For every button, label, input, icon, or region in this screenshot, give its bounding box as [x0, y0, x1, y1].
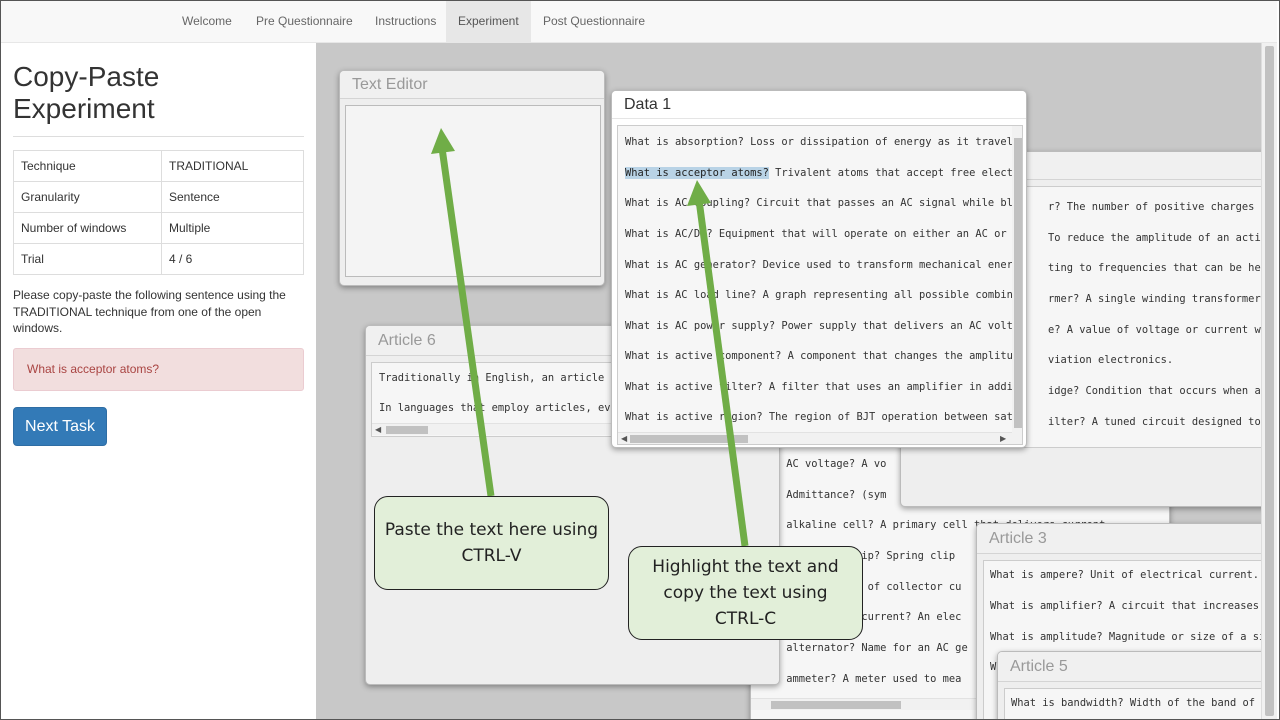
- article-line[interactable]: In languages that employ articles, every: [379, 402, 629, 414]
- trial-info-table: Technique TRADITIONAL Granularity Senten…: [13, 150, 304, 275]
- article-5-window[interactable]: Article 5 What is bandwidth? Width of th…: [997, 651, 1261, 719]
- article-line[interactable]: Traditionally in English, an article is: [379, 372, 623, 384]
- tab-welcome[interactable]: Welcome: [170, 1, 244, 42]
- highlighted-selection[interactable]: What is acceptor atoms?: [625, 167, 769, 179]
- data-line[interactable]: What is AC power supply? Power supply th…: [625, 320, 1022, 332]
- title-divider: [13, 136, 304, 137]
- data-line-rest[interactable]: Trivalent atoms that accept free electro…: [769, 167, 1022, 179]
- info-value: TRADITIONAL: [161, 150, 304, 182]
- table-row: Technique TRADITIONAL: [13, 150, 304, 182]
- data-line[interactable]: To reduce the amplitude of an action or: [1048, 232, 1261, 244]
- sidebar: Copy-Paste Experiment Technique TRADITIO…: [1, 43, 316, 719]
- data-line-highlighted[interactable]: What is acceptor atoms? Trivalent atoms …: [625, 167, 1022, 179]
- info-key: Granularity: [13, 181, 162, 213]
- data-line[interactable]: What is active filter? A filter that use…: [625, 381, 1022, 393]
- tab-post-questionnaire[interactable]: Post Questionnaire: [531, 1, 657, 42]
- data-line[interactable]: t is alternator? Name for an AC ge: [755, 642, 968, 654]
- scroll-left-icon[interactable]: ◀: [375, 424, 381, 436]
- info-value: 4 / 6: [161, 243, 304, 275]
- article-5-title[interactable]: Article 5: [998, 652, 1261, 682]
- info-value: Sentence: [161, 181, 304, 213]
- paste-callout: Paste the text here using CTRL-V: [374, 496, 609, 590]
- article-line[interactable]: What is ampere? Unit of electrical curre…: [990, 569, 1261, 581]
- tab-instructions[interactable]: Instructions: [363, 1, 448, 42]
- text-editor-input[interactable]: [345, 105, 601, 277]
- data-line[interactable]: What is active component? A component th…: [625, 350, 1022, 362]
- data-line[interactable]: What is AC coupling? Circuit that passes…: [625, 197, 1022, 209]
- info-key: Trial: [13, 243, 162, 275]
- text-editor-window[interactable]: Text Editor: [339, 70, 605, 286]
- page-title: Copy-Paste Experiment: [13, 61, 160, 124]
- scroll-right-icon[interactable]: ▶: [1000, 433, 1006, 444]
- data-line[interactable]: What is active region? The region of BJT…: [625, 411, 1022, 423]
- data-line[interactable]: ilter? A tuned circuit designed to pass: [1048, 416, 1261, 428]
- data-line[interactable]: What is AC/DC? Equipment that will opera…: [625, 228, 1022, 240]
- article-3-title[interactable]: Article 3: [977, 524, 1261, 554]
- data-line[interactable]: t is ammeter? A meter used to mea: [755, 673, 961, 685]
- data-1-title[interactable]: Data 1: [612, 91, 1026, 119]
- horizontal-scrollbar[interactable]: ◀ ▶: [618, 432, 1012, 444]
- article-line[interactable]: What is bandwidth? Width of the band of …: [1011, 697, 1261, 709]
- article-5-text[interactable]: What is bandwidth? Width of the band of …: [1004, 688, 1261, 719]
- data-line[interactable]: rmer? A single winding transformer where: [1048, 293, 1261, 305]
- data-line[interactable]: What is absorption? Loss or dissipation …: [625, 136, 1022, 148]
- copy-callout: Highlight the text and copy the text usi…: [628, 546, 863, 640]
- table-row: Trial 4 / 6: [13, 243, 304, 275]
- scroll-left-icon[interactable]: ◀: [621, 433, 627, 444]
- data-line[interactable]: idge? Condition that occurs when a bridg: [1048, 385, 1261, 397]
- data-line[interactable]: What is AC generator? Device used to tra…: [625, 259, 1022, 271]
- tab-experiment[interactable]: Experiment: [446, 1, 531, 42]
- vertical-scrollbar[interactable]: [1012, 126, 1022, 444]
- info-key: Number of windows: [13, 212, 162, 244]
- info-value: Multiple: [161, 212, 304, 244]
- data-line[interactable]: ting to frequencies that can be heard by: [1048, 262, 1261, 274]
- data-line[interactable]: e? A value of voltage or current where: [1048, 324, 1261, 336]
- target-sentence-alert: What is acceptor atoms?: [13, 348, 304, 391]
- table-row: Granularity Sentence: [13, 181, 304, 213]
- tab-pre-questionnaire[interactable]: Pre Questionnaire: [244, 1, 365, 42]
- table-row: Number of windows Multiple: [13, 212, 304, 244]
- data-line[interactable]: r? The number of positive charges or pro: [1048, 201, 1261, 213]
- next-task-button[interactable]: Next Task: [13, 407, 107, 446]
- article-line[interactable]: What is amplitude? Magnitude or size of …: [990, 631, 1261, 643]
- top-navbar: Welcome Pre Questionnaire Instructions E…: [1, 1, 1277, 43]
- text-editor-title[interactable]: Text Editor: [340, 71, 604, 99]
- data-line[interactable]: viation electronics.: [1048, 354, 1173, 366]
- data-line[interactable]: What is AC load line? A graph representi…: [625, 289, 1022, 301]
- article-line[interactable]: What is amplifier? A circuit that increa…: [990, 600, 1261, 612]
- data-1-text[interactable]: What is absorption? Loss or dissipation …: [617, 125, 1023, 445]
- data-1-window[interactable]: Data 1 What is absorption? Loss or dissi…: [611, 90, 1027, 448]
- page-scrollbar[interactable]: [1261, 43, 1277, 719]
- task-instruction: Please copy-paste the following sentence…: [13, 288, 286, 335]
- info-key: Technique: [13, 150, 162, 182]
